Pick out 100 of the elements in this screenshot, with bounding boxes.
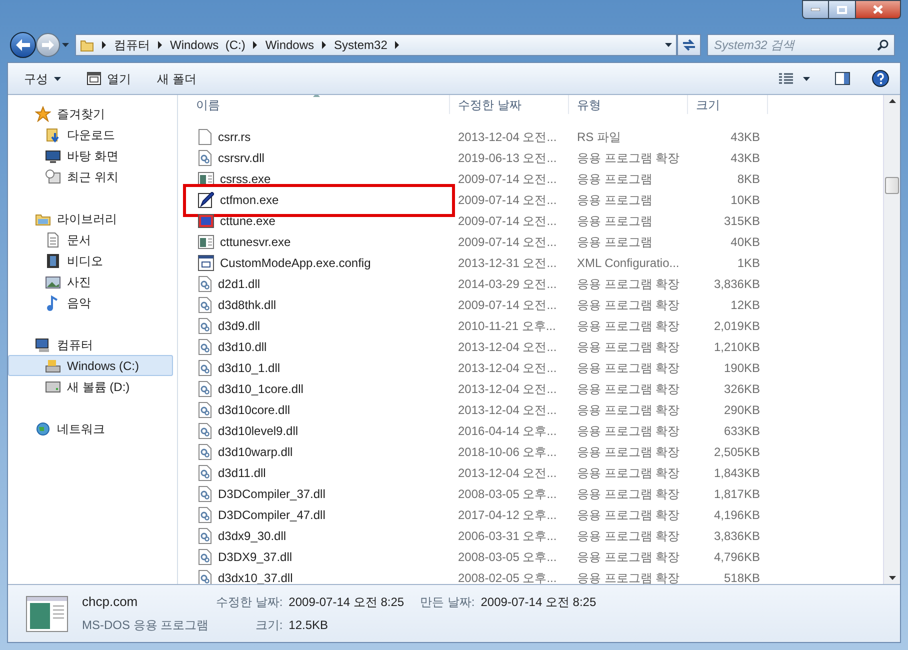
recent-places-icon [45,168,61,184]
nav-item[interactable]: 사진 [8,271,173,292]
column-header[interactable]: 유형 [569,95,688,114]
table-cell-text: 1,210KB [712,338,761,356]
table-cell-text: 응용 프로그램 확장 [576,150,681,166]
property-value: 2009-07-14 오전 8:25 [480,594,596,611]
file-name[interactable]: D3DX9_37.dll [218,548,292,566]
table-cell-text: 2016-04-14 오후... [457,422,558,440]
folder-icon [80,38,94,52]
nav-item[interactable]: 즐겨찾기 [8,103,173,124]
nav-item[interactable]: 최근 위치 [8,166,173,187]
file-name: chcp.com [82,593,139,611]
font-icon [198,214,214,228]
table-cell-text: 326KB [722,380,761,398]
drive-icon [45,378,61,394]
table-cell-text: 응용 프로그램 확장 [576,464,681,482]
refresh-icon [682,39,696,51]
table-cell-text: 2006-03-31 오후... [457,528,558,544]
application-window-icon [26,596,68,632]
gear-file-icon [198,150,212,166]
column-header[interactable]: 이름 [178,95,450,114]
table-cell-text: 응용 프로그램 확장 [576,444,681,460]
file-name[interactable]: d3d8thk.dll [218,296,276,314]
file-name[interactable]: CustomModeApp.exe.config [220,254,371,272]
forward-button[interactable] [36,33,60,57]
file-name[interactable]: csrsrv.dll [218,148,264,166]
dropdown-icon [54,76,61,80]
nav-item[interactable]: 문서 [8,229,173,250]
nav-item[interactable]: 바탕 화면 [8,145,173,166]
file-name[interactable]: d3dx9_30.dll [218,526,286,544]
download-folder-icon [45,126,61,142]
file-name[interactable]: csrr.rs [218,128,251,146]
nav-item[interactable]: 컴퓨터 [8,334,173,355]
file-name[interactable]: D3DCompiler_37.dll [218,484,326,502]
table-cell-text: 1KB [736,254,761,272]
table-cell-text: XML Configuratio... [576,254,680,272]
maximize-button[interactable] [829,0,855,19]
column-header[interactable]: 크기 [688,95,768,114]
gear-file-icon [198,528,212,544]
scroll-thumb[interactable] [885,177,899,194]
minimize-button[interactable] [802,0,829,19]
window-icon [87,72,101,85]
back-button[interactable] [10,32,36,58]
table-cell-text: 2,019KB [712,318,761,334]
table-cell-text: 518KB [722,570,761,584]
breadcrumb[interactable]: 컴퓨터 [114,36,150,54]
film-icon [45,252,61,268]
breadcrumb[interactable]: Windows [265,36,314,54]
search-field[interactable]: System32 검색 [707,34,895,56]
table-cell-text: 2019-06-13 오전... [457,150,558,166]
file-name[interactable]: d2d1.dll [218,274,260,292]
maximize-icon [837,6,847,14]
breadcrumb[interactable]: System32 [334,36,388,54]
nav-item[interactable]: 네트워크 [8,418,173,439]
nav-item[interactable]: 라이브러리 [8,208,173,229]
toolbar-button[interactable]: 새 폴더 [149,66,204,90]
computer-icon [35,336,51,352]
gear-file-icon [198,506,212,522]
file-name[interactable]: cttunesvr.exe [220,232,291,250]
window-icon [198,234,214,248]
file-name[interactable]: d3d10.dll [218,338,267,356]
gear-file-icon [198,318,212,334]
dropdown-icon [803,76,810,80]
table-cell-text: 응용 프로그램 확장 [576,380,681,398]
table-cell-text: 2013-12-04 오전... [457,360,558,376]
file-name[interactable]: d3d10level9.dll [218,422,298,440]
property-label: 크기: [254,617,283,634]
file-name[interactable]: cttune.exe [220,212,276,230]
file-name[interactable]: d3d10_1.dll [218,358,280,376]
address-bar[interactable]: 컴퓨터 Windows (C:) Windows System32 [75,34,677,56]
breadcrumb[interactable]: Windows (C:) [170,36,246,54]
nav-item[interactable]: 다운로드 [8,124,173,145]
close-button[interactable] [855,0,901,19]
help-icon [872,70,888,87]
file-name[interactable]: d3d10core.dll [218,400,290,418]
file-name[interactable]: d3d9.dll [218,316,260,334]
file-name[interactable]: d3dx10_37.dll [218,568,293,584]
table-cell-text: 응용 프로그램 확장 [576,422,681,440]
file-name[interactable]: d3d10warp.dll [218,442,293,460]
column-header[interactable]: 수정한 날짜 [450,95,569,114]
nav-item[interactable]: 새 볼륨 (D:) [8,376,173,397]
scrollbar[interactable] [883,95,900,584]
table-cell-text: 2013-12-04 오전... [457,338,558,356]
nav-item[interactable]: 비디오 [8,250,173,271]
file-name[interactable]: d3d10_1core.dll [218,380,304,398]
nav-item[interactable]: 음악 [8,292,173,313]
refresh-button[interactable] [677,34,701,56]
gear-file-icon [198,296,212,312]
preview-pane-icon [834,72,850,85]
file-name[interactable]: D3DCompiler_47.dll [218,506,326,524]
chevron-icon [101,41,107,49]
file-name[interactable]: csrss.exe [220,170,271,188]
file-name[interactable]: d3d11.dll [218,464,266,482]
toolbar-button[interactable]: 구성 [16,66,69,90]
toolbar-button[interactable]: 열기 [79,66,139,90]
property-label: 만든 날짜: [420,594,475,611]
file-name[interactable]: ctfmon.exe [220,190,279,208]
table-cell-text: 2009-07-14 오전... [457,212,558,230]
nav-item[interactable]: Windows (C:) [8,355,173,376]
chevron-icon [157,41,163,49]
